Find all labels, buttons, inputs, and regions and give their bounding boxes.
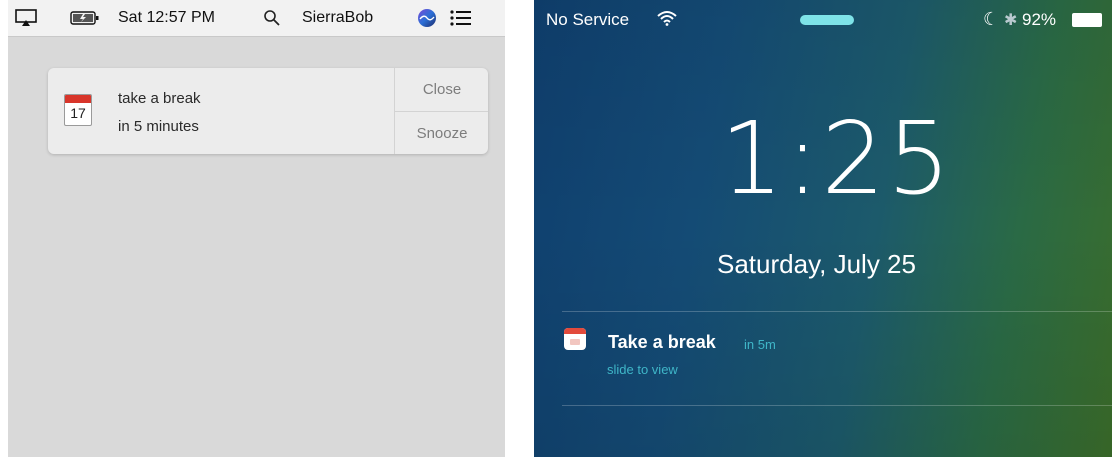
bluetooth-icon: ✱ (1004, 12, 1018, 29)
airplay-icon[interactable] (15, 0, 37, 36)
lock-screen-date: Saturday, July 25 (717, 249, 916, 279)
lock-screen-time: 1:25 (720, 100, 953, 217)
mac-notification-banner[interactable]: 17 take a break in 5 minutes Close Snooz… (48, 68, 488, 154)
notification-center-icon[interactable] (449, 0, 473, 36)
mac-screenshot: Sat 12:57 PM SierraBob 17 take a break i… (8, 0, 505, 457)
mac-menu-bar: Sat 12:57 PM SierraBob (8, 0, 505, 37)
menubar-clock[interactable]: Sat 12:57 PM (118, 0, 215, 36)
battery-icon (1072, 13, 1102, 27)
notification-content[interactable]: 17 take a break in 5 minutes (48, 68, 394, 154)
battery-percent: 92% (1022, 10, 1057, 29)
divider (562, 311, 1112, 312)
snooze-button[interactable]: Snooze (395, 112, 488, 154)
notification-actions: Close Snooze (394, 68, 488, 154)
ios-notification-title[interactable]: Take a break (608, 332, 716, 353)
ios-lock-screen: No Service ☾ ✱ 92% 1:25 Saturday, July 2… (534, 0, 1112, 457)
carrier-label: No Service (546, 10, 630, 29)
notification-pull-tab[interactable] (800, 15, 854, 25)
do-not-disturb-icon: ☾ (983, 9, 1000, 29)
search-icon[interactable] (263, 0, 281, 36)
divider (562, 405, 1112, 406)
close-button[interactable]: Close (395, 68, 488, 112)
ios-notification-time: in 5m (744, 337, 776, 352)
menubar-user-name[interactable]: SierraBob (302, 0, 373, 36)
calendar-icon: 17 (64, 94, 92, 126)
battery-icon[interactable] (70, 0, 100, 36)
notification-subtitle: in 5 minutes (118, 118, 199, 135)
wifi-icon (657, 10, 677, 31)
wallpaper (534, 0, 1112, 457)
slide-to-view-hint[interactable]: slide to view (607, 362, 678, 377)
calendar-icon (564, 328, 586, 350)
notification-title: take a break (118, 90, 201, 107)
ios-status-bar: No Service ☾ ✱ 92% (534, 0, 1112, 40)
calendar-icon-day: 17 (70, 105, 86, 121)
siri-icon[interactable] (417, 0, 437, 36)
